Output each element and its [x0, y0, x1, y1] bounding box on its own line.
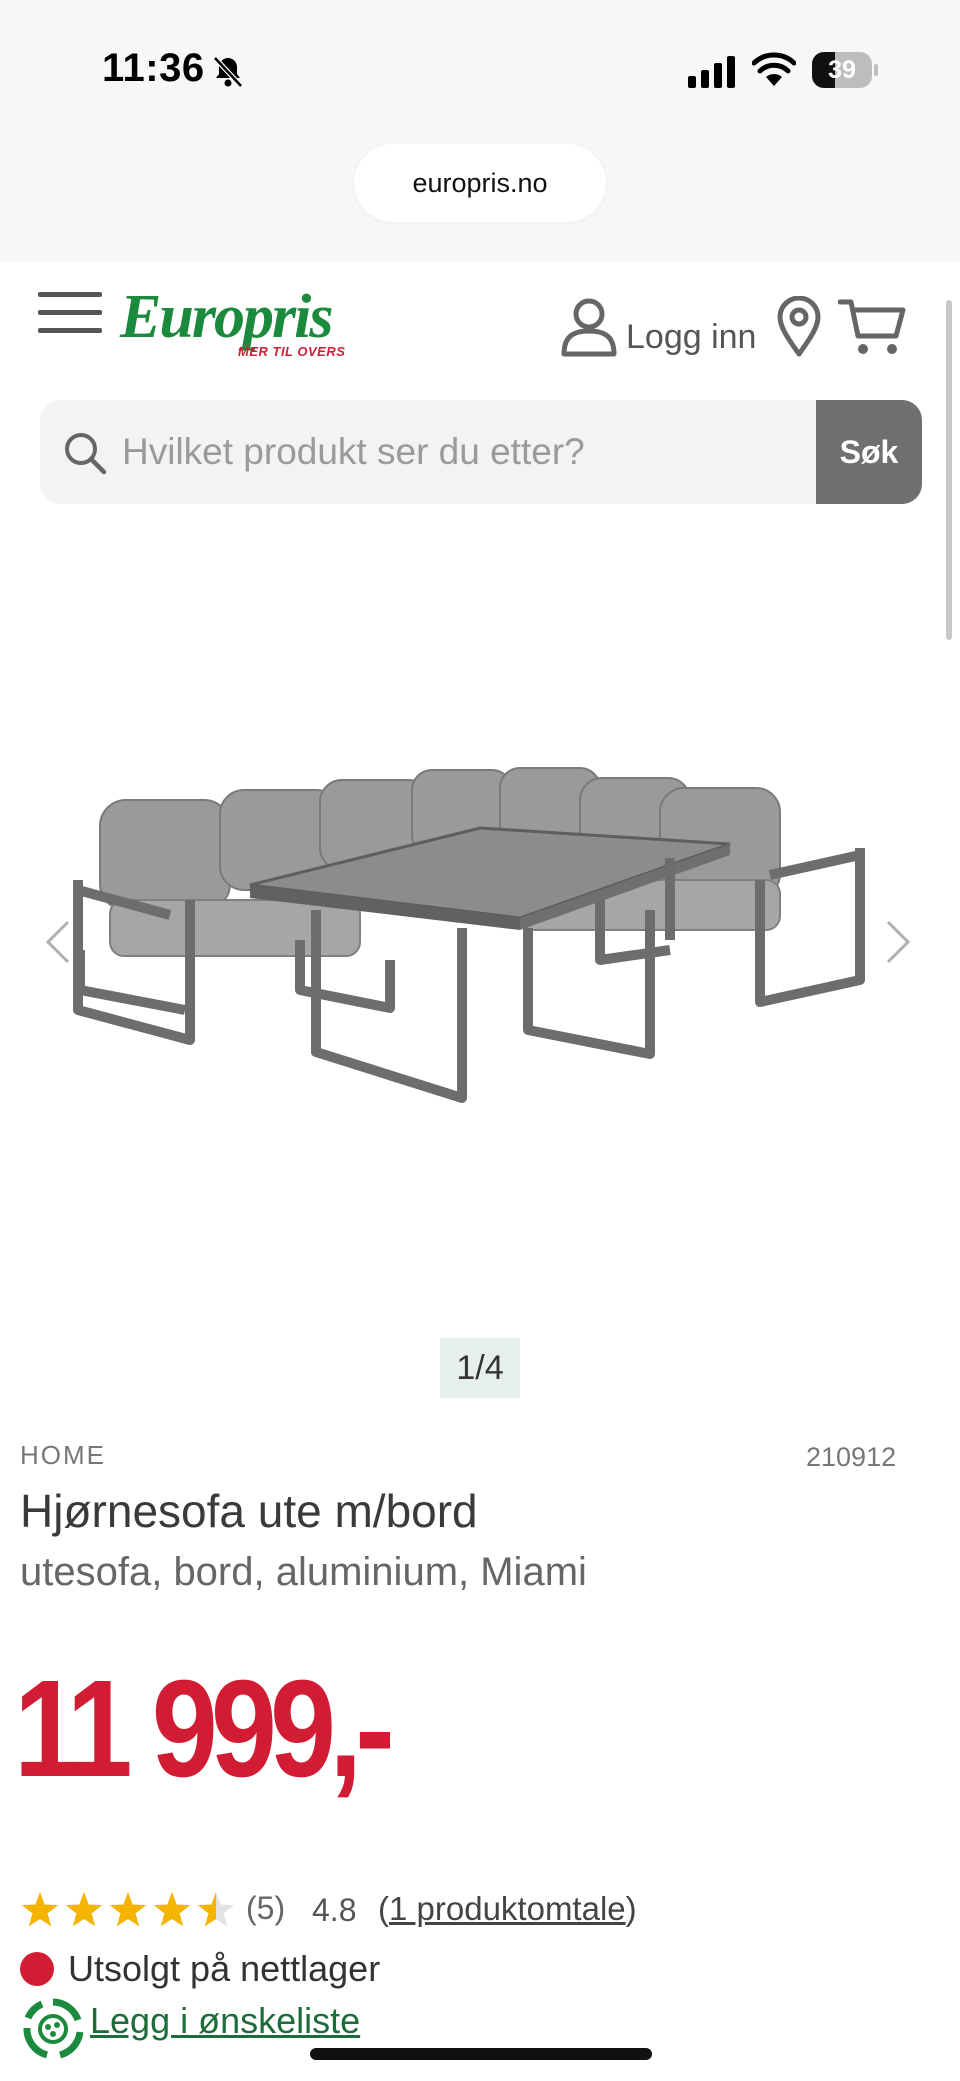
wishlist-link[interactable]: Legg i ønskeliste	[90, 2000, 360, 2042]
product-brand[interactable]: HOME	[20, 1440, 106, 1471]
bell-slash-icon	[213, 56, 243, 88]
logo-text: Europris	[120, 283, 333, 351]
product-sku: 210912	[806, 1442, 897, 1472]
image-counter: 1/4	[440, 1338, 520, 1398]
product-image[interactable]	[60, 740, 900, 1140]
europris-logo[interactable]: Europris MER TIL OVERS	[120, 282, 360, 362]
product-subtitle: utesofa, bord, aluminium, Miami	[20, 1550, 587, 1594]
status-time: 11:36	[102, 46, 205, 90]
search-input[interactable]	[122, 400, 822, 504]
wishlist-row: Legg i ønskeliste	[20, 1998, 620, 2060]
star-icon	[109, 1892, 147, 1927]
star-icon	[153, 1892, 191, 1927]
product-price: 11 999,-	[14, 1652, 395, 1806]
browser-chrome: 11:36 39 europris.no	[0, 0, 960, 262]
login-link[interactable]: Logg inn	[626, 318, 756, 357]
star-icon	[65, 1892, 103, 1927]
review-link[interactable]: (1 produktomtale)	[378, 1890, 637, 1928]
stock-status-dot	[20, 1952, 54, 1986]
location-pin-icon[interactable]	[776, 296, 822, 358]
scrollbar[interactable]	[946, 300, 952, 640]
stock-status: Utsolgt på nettlager	[20, 1946, 720, 1992]
paren-close: )	[625, 1890, 637, 1927]
stock-status-text: Utsolgt på nettlager	[68, 1948, 381, 1989]
user-icon[interactable]	[560, 296, 618, 358]
menu-icon[interactable]	[38, 290, 102, 336]
rating-stars[interactable]	[20, 1890, 240, 1930]
star-icon	[21, 1892, 59, 1927]
wifi-icon	[752, 52, 796, 86]
review-count: (5)	[246, 1890, 286, 1926]
product-title: Hjørnesofa ute m/bord	[20, 1485, 478, 1537]
paren-open: (	[378, 1890, 389, 1927]
logo-tagline: MER TIL OVERS	[238, 344, 346, 359]
cart-icon[interactable]	[838, 296, 908, 358]
search-icon	[65, 433, 107, 475]
rating-row: (5) 4.8 (1 produktomtale)	[20, 1886, 940, 1932]
home-indicator[interactable]	[310, 2048, 652, 2060]
url-bar[interactable]: europris.no	[354, 144, 606, 222]
recycle-badge-icon[interactable]	[20, 1996, 86, 2062]
search-bar: Søk	[40, 400, 922, 504]
search-button[interactable]: Søk	[816, 400, 922, 504]
battery-level: 39	[828, 56, 856, 84]
review-link-text[interactable]: 1 produktomtale	[389, 1890, 626, 1927]
battery-icon: 39	[812, 52, 878, 88]
rating-score: 4.8	[312, 1892, 357, 1928]
signal-icon	[688, 56, 735, 88]
star-icon	[197, 1892, 235, 1927]
